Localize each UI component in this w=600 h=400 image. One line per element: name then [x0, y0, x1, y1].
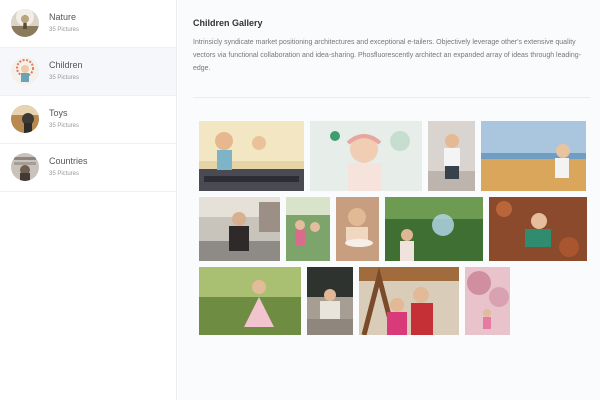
album-item-countries[interactable]: Countries 35 Pictures	[0, 144, 176, 192]
album-name: Nature	[49, 12, 77, 22]
gallery-photo[interactable]	[465, 267, 510, 335]
gallery-photo[interactable]	[385, 197, 483, 261]
gallery-photo[interactable]	[310, 121, 422, 191]
gallery-photo[interactable]	[199, 197, 280, 261]
album-item-toys[interactable]: Toys 35 Pictures	[0, 96, 176, 144]
gallery-photo[interactable]	[286, 197, 330, 261]
album-name: Countries	[49, 156, 88, 166]
gallery-photo[interactable]	[489, 197, 587, 261]
gallery-photo[interactable]	[428, 121, 475, 191]
album-item-children[interactable]: Children 35 Pictures	[0, 48, 176, 96]
gallery-photo[interactable]	[199, 267, 301, 335]
gallery-panel: Children Gallery Intrinsicly syndicate m…	[178, 0, 600, 400]
album-item-nature[interactable]: Nature 35 Pictures	[0, 0, 176, 48]
children-avatar-icon	[11, 57, 39, 85]
gallery-photo[interactable]	[336, 197, 379, 261]
divider	[193, 97, 590, 98]
nature-avatar-icon	[11, 9, 39, 37]
countries-avatar-icon	[11, 153, 39, 181]
album-name: Toys	[49, 108, 68, 118]
album-count: 35 Pictures	[49, 171, 80, 177]
album-count: 35 Pictures	[49, 123, 80, 129]
album-name: Children	[49, 60, 83, 70]
toys-avatar-icon	[11, 105, 39, 133]
gallery-title: Children Gallery	[193, 18, 263, 28]
gallery-photo[interactable]	[307, 267, 353, 335]
album-sidebar: Nature 35 Pictures Children 35 Pictures …	[0, 0, 177, 400]
gallery-description: Intrinsicly syndicate market positioning…	[193, 39, 581, 72]
gallery-photo[interactable]	[359, 267, 459, 335]
gallery-photo[interactable]	[199, 121, 304, 191]
gallery-photo[interactable]	[481, 121, 586, 191]
album-count: 35 Pictures	[49, 27, 80, 33]
album-count: 35 Pictures	[49, 75, 80, 81]
